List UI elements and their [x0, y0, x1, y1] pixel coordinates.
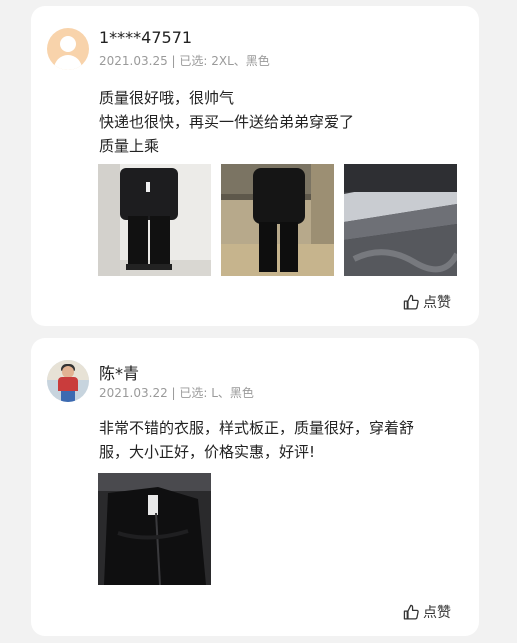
avatar-body-shape	[54, 55, 82, 70]
like-button[interactable]: 点赞	[403, 292, 451, 312]
review-line: 质量很好哦，很帅气	[99, 89, 235, 107]
review-card: 1****47571 2021.03.25 | 已选: 2XL、黑色 质量很好哦…	[31, 6, 479, 326]
review-meta: 2021.03.22 | 已选: L、黑色	[99, 386, 254, 400]
avatar-photo-legs	[61, 391, 75, 402]
review-line: 服，大小正好，价格实惠，好评!	[99, 443, 316, 461]
avatar-photo-shirt	[58, 377, 78, 391]
user-avatar[interactable]	[47, 360, 89, 402]
review-photo[interactable]	[344, 164, 457, 276]
like-label: 点赞	[423, 605, 451, 621]
avatar-head-shape	[60, 36, 76, 52]
reviewer-name: 陈*青	[99, 364, 140, 383]
review-photo[interactable]	[221, 164, 334, 276]
review-meta: 2021.03.25 | 已选: 2XL、黑色	[99, 54, 270, 68]
review-photo[interactable]	[98, 473, 211, 585]
thumbs-up-icon	[403, 294, 420, 311]
thumbs-up-icon	[403, 604, 420, 621]
user-avatar[interactable]	[47, 28, 89, 70]
review-photo[interactable]	[98, 164, 211, 276]
review-line: 非常不错的衣服，样式板正，质量很好，穿着舒	[99, 419, 415, 437]
reviewer-name: 1****47571	[99, 28, 193, 47]
review-text: 非常不错的衣服，样式板正，质量很好，穿着舒 服，大小正好，价格实惠，好评!	[99, 416, 454, 464]
review-card: 陈*青 2021.03.22 | 已选: L、黑色 非常不错的衣服，样式板正，质…	[31, 338, 479, 636]
review-text: 质量很好哦，很帅气 快递也很快，再买一件送给弟弟穿爱了 质量上乘	[99, 86, 459, 158]
review-line: 快递也很快，再买一件送给弟弟穿爱了	[99, 113, 355, 131]
review-line: 质量上乘	[99, 137, 160, 155]
like-label: 点赞	[423, 295, 451, 311]
like-button[interactable]: 点赞	[403, 602, 451, 622]
